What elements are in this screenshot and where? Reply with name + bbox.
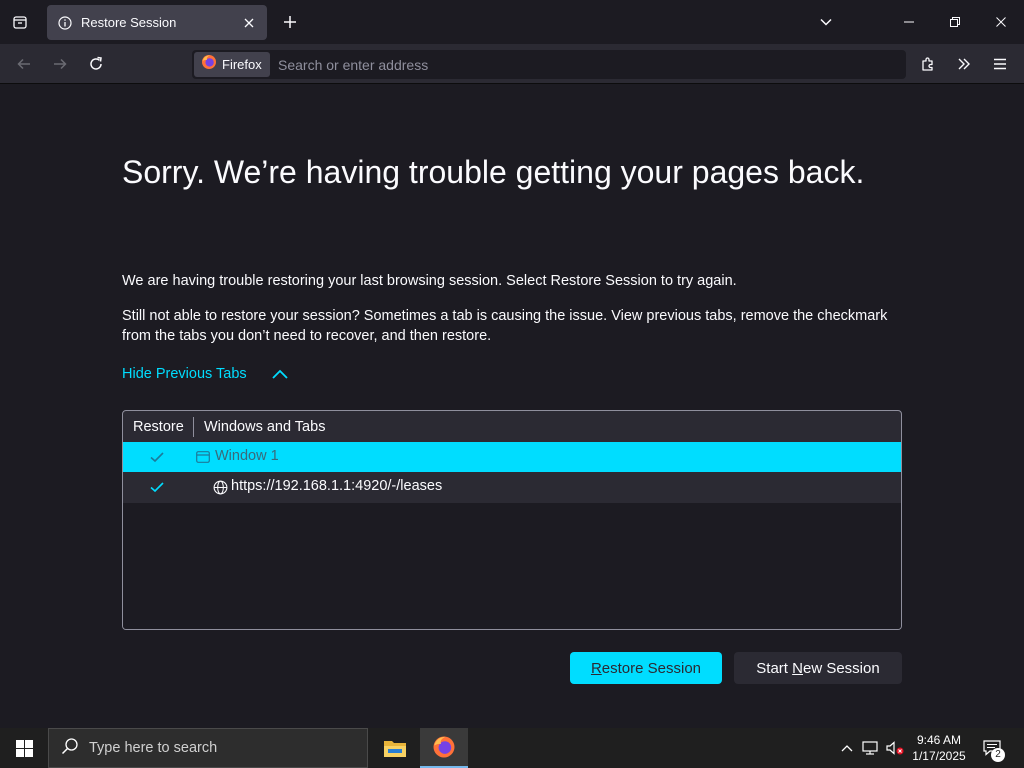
tab-title: Restore Session (81, 15, 177, 30)
clock-date: 1/17/2025 (912, 749, 966, 763)
tab-strip: Restore Session (0, 0, 1024, 44)
identity-box[interactable]: Firefox (194, 52, 270, 77)
list-all-tabs-icon[interactable] (8, 10, 32, 34)
close-window-button[interactable] (978, 4, 1024, 40)
start-new-session-button[interactable]: Start New Session (734, 652, 902, 684)
help-paragraph: Still not able to restore your session? … (122, 308, 888, 344)
toggle-label: Hide Previous Tabs (122, 366, 247, 382)
chevron-up-icon (271, 368, 289, 380)
forward-arrow-icon[interactable] (48, 52, 72, 76)
reload-icon[interactable] (84, 52, 108, 76)
firefox-logo-icon (201, 54, 217, 75)
firefox-taskbar-icon[interactable] (420, 728, 468, 768)
clock-time: 9:46 AM (916, 733, 962, 747)
chevron-down-icon[interactable] (814, 10, 838, 34)
tree-row-tab[interactable]: https://192.168.1.1:4920/-/leases (123, 472, 901, 502)
tree-empty-area (123, 503, 901, 629)
page-title: Sorry. We’re having trouble getting your… (122, 154, 865, 190)
notification-count-badge: 2 (991, 748, 1005, 762)
close-tab-icon[interactable] (241, 15, 257, 31)
overflow-chevrons-icon[interactable] (952, 52, 976, 76)
session-tree[interactable]: Restore Windows and Tabs Window 1 https:… (122, 410, 902, 630)
minimize-window-button[interactable] (886, 4, 932, 40)
restore-session-button[interactable]: Restore Session (570, 652, 722, 684)
restore-window-button[interactable] (932, 4, 978, 40)
tree-header: Restore Windows and Tabs (123, 411, 901, 442)
extensions-puzzle-icon[interactable] (916, 52, 940, 76)
hide-previous-tabs-toggle[interactable]: Hide Previous Tabs (122, 366, 289, 382)
window-label: Window 1 (215, 448, 279, 464)
taskbar-search-box[interactable]: Type here to search (48, 728, 368, 768)
checkmark-icon[interactable] (149, 449, 165, 465)
column-header-restore[interactable]: Restore (123, 416, 194, 437)
window-icon (195, 449, 211, 465)
address-input[interactable] (278, 55, 858, 75)
taskbar-search-placeholder: Type here to search (89, 740, 218, 756)
file-explorer-icon[interactable] (371, 728, 419, 768)
globe-icon (212, 479, 228, 495)
tab-restore-session[interactable]: Restore Session (47, 5, 267, 40)
info-icon (57, 15, 73, 31)
windows-start-icon[interactable] (0, 728, 48, 768)
hamburger-menu-icon[interactable] (988, 52, 1012, 76)
network-icon[interactable] (861, 728, 881, 768)
checkmark-icon[interactable] (149, 479, 165, 495)
tray-overflow-chevron-icon[interactable] (838, 728, 856, 768)
column-header-windows-and-tabs[interactable]: Windows and Tabs (194, 419, 325, 435)
identity-label: Firefox (222, 57, 262, 72)
back-arrow-icon[interactable] (12, 52, 36, 76)
intro-paragraph: We are having trouble restoring your las… (122, 273, 737, 289)
new-tab-icon[interactable] (278, 10, 302, 34)
volume-muted-icon[interactable] (884, 728, 906, 768)
tab-url-label: https://192.168.1.1:4920/-/leases (231, 478, 443, 494)
tree-row-window[interactable]: Window 1 (123, 442, 901, 472)
search-icon (61, 737, 79, 760)
taskbar: Type here to search 9:46 AM 1/17/2025 2 (0, 728, 1024, 768)
taskbar-clock[interactable]: 9:46 AM 1/17/2025 (906, 732, 972, 764)
